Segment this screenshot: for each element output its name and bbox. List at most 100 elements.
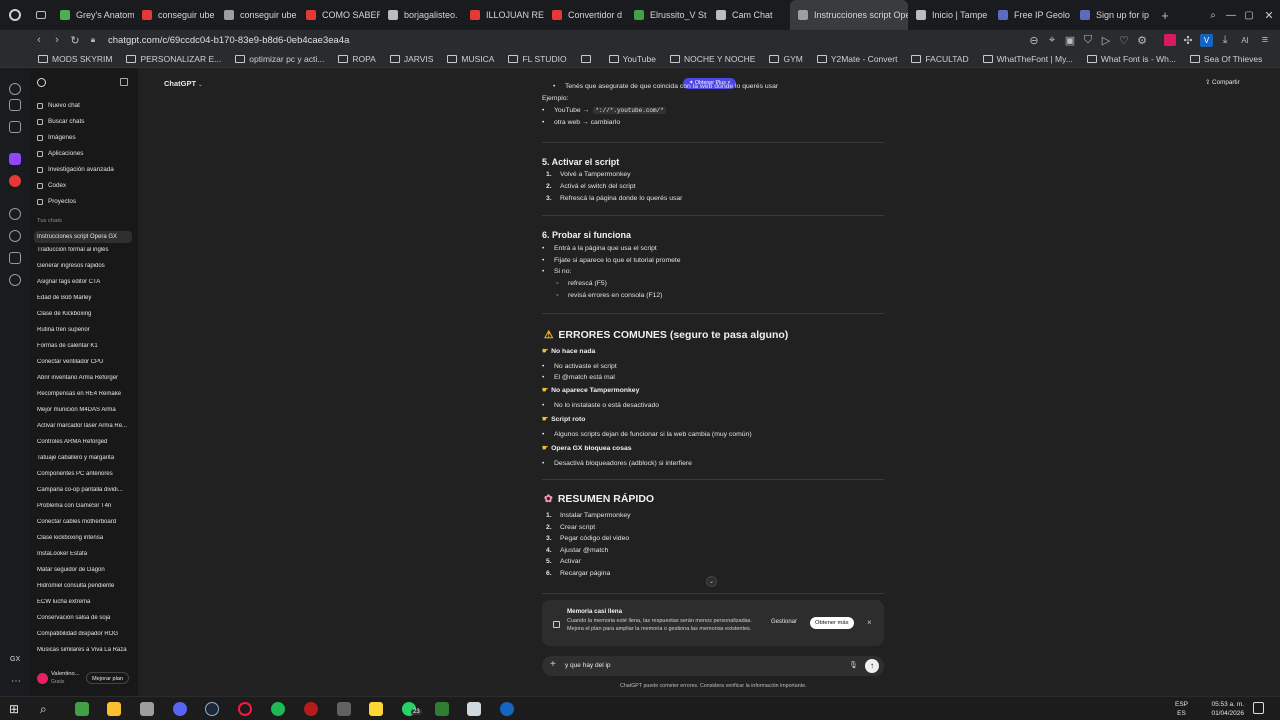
play-icon[interactable]: ▷: [1097, 34, 1115, 47]
chat-history-item[interactable]: Recompensas en RE4 Remake: [37, 391, 133, 397]
new-tab-button[interactable]: +: [1154, 8, 1176, 23]
chat-history-item[interactable]: Asignar tags editor CTA: [37, 279, 133, 285]
steam-icon[interactable]: [205, 702, 219, 716]
pin-icon[interactable]: ⌖: [1043, 34, 1061, 47]
twitch-icon[interactable]: [9, 153, 21, 165]
lang-indicator[interactable]: ESP ES: [1175, 700, 1188, 718]
browser-tab[interactable]: Free IP Geolo: [990, 0, 1072, 30]
chat-history-item[interactable]: InstaLooker Estafa: [37, 551, 133, 557]
camera-icon[interactable]: ▣: [1061, 34, 1079, 47]
menu-icon[interactable]: ≡: [1256, 34, 1274, 46]
bookmark-item[interactable]: WhatTheFont | My...: [982, 54, 1073, 64]
browser-tab[interactable]: Cam Chat: [708, 0, 790, 30]
chat-history-item[interactable]: Abrir inventario Arma Reforger: [37, 375, 133, 381]
bookmark-item[interactable]: GYM: [769, 54, 803, 64]
browser-tab[interactable]: Instrucciones script Ope: [790, 0, 908, 30]
workspace-icon[interactable]: [30, 11, 52, 19]
app-icon-red[interactable]: [304, 702, 318, 716]
clock-icon[interactable]: [9, 230, 21, 242]
windows-start-icon[interactable]: ⊞: [9, 702, 23, 716]
chat-history-item[interactable]: ECW lucha extrema: [37, 599, 133, 605]
back-icon[interactable]: ‹: [30, 34, 48, 46]
browser-tab[interactable]: COMO SABER: [298, 0, 380, 30]
browser-tab[interactable]: Sign up for ip: [1072, 0, 1154, 30]
gear-icon[interactable]: [9, 274, 21, 286]
tiktok-icon[interactable]: [9, 175, 21, 187]
plus-icon[interactable]: +: [550, 659, 556, 670]
spotify-icon[interactable]: [271, 702, 285, 716]
send-button[interactable]: ↑: [865, 659, 879, 673]
bookmark-item[interactable]: NOCHE Y NOCHE: [669, 54, 755, 64]
download-icon[interactable]: ⤓: [1216, 34, 1234, 47]
minimize-icon[interactable]: —: [1222, 10, 1240, 21]
browser-tab[interactable]: conseguir ube: [134, 0, 216, 30]
chat-history-item[interactable]: Edad de Bob Marley: [37, 295, 133, 301]
browser-tab[interactable]: borjagalisteo.: [380, 0, 462, 30]
heart-icon[interactable]: ♡: [1115, 34, 1133, 47]
opera-gx-icon[interactable]: [238, 702, 252, 716]
explorer-icon[interactable]: [107, 702, 121, 716]
bookmark-item[interactable]: MODS SKYRIM: [38, 54, 112, 64]
app-icon-dark[interactable]: [337, 702, 351, 716]
bookmark-item[interactable]: FL STUDIO: [508, 54, 567, 64]
chat-history-item[interactable]: Tatuaje caballero y margarita: [37, 455, 133, 461]
chat-history-item[interactable]: Clase kickboxing intensa: [37, 535, 133, 541]
extension-icon[interactable]: [1164, 34, 1176, 46]
browser-tab[interactable]: Convertidor d: [544, 0, 626, 30]
history-icon[interactable]: [9, 83, 21, 95]
bookmark-item[interactable]: Y2Mate - Convert: [816, 54, 897, 64]
chat-history-item[interactable]: Activar marcador láser Arma Re...: [37, 423, 133, 429]
app-icon-white[interactable]: [467, 702, 481, 716]
scroll-to-bottom-button[interactable]: ⌄: [706, 576, 717, 587]
dismiss-icon[interactable]: ×: [867, 618, 872, 627]
bookmark-item[interactable]: Sea Of Thieves: [1189, 54, 1262, 64]
chat-history-item[interactable]: Componentes PC anteriores: [37, 471, 133, 477]
get-more-button[interactable]: Obtener más: [810, 617, 854, 629]
search-icon[interactable]: ⌕: [40, 702, 54, 716]
chat-history-item[interactable]: Musicas similares a Viva La Raza: [37, 647, 133, 653]
bookmark-item[interactable]: JARVIS: [389, 54, 433, 64]
gx-icon[interactable]: GX: [10, 656, 20, 663]
sidebar-item-apps[interactable]: Aplicaciones: [37, 150, 83, 157]
mail-icon[interactable]: [9, 121, 21, 133]
zoom-icon[interactable]: ⊖: [1025, 34, 1043, 47]
upgrade-plan-button[interactable]: Mejorar plan: [86, 672, 130, 684]
browser-tab[interactable]: Grey's Anatom: [52, 0, 134, 30]
bookmark-item[interactable]: optimizar pc y acti...: [235, 54, 324, 64]
bookmark-item[interactable]: What Font is - Wh...: [1086, 54, 1176, 64]
app-icon-green-2[interactable]: [435, 702, 449, 716]
search-icon[interactable]: ⌕: [1204, 10, 1222, 21]
sidebar-item-new-chat[interactable]: Nuevo chat: [37, 102, 80, 109]
vpn-icon[interactable]: V: [1200, 33, 1213, 47]
openai-logo-icon[interactable]: [37, 78, 46, 87]
sidebar-item-image[interactable]: Imágenes: [37, 134, 76, 141]
share-button[interactable]: ⇪ Compartir: [1205, 79, 1240, 86]
message-input[interactable]: y que hay del ip: [565, 662, 611, 669]
sidebar-item-research[interactable]: Investigación avanzada: [37, 166, 114, 173]
bookmark-item[interactable]: FACULTAD: [911, 54, 969, 64]
settings-icon[interactable]: ⚙: [1133, 34, 1151, 47]
puzzle-icon[interactable]: ✣: [1179, 34, 1197, 47]
chat-history-item[interactable]: Generar ingresos rápidos: [37, 263, 133, 269]
browser-tab[interactable]: conseguir ube: [216, 0, 298, 30]
user-name[interactable]: Valentino...: [51, 671, 80, 677]
manage-memory-button[interactable]: Gestionar: [771, 619, 797, 625]
model-selector[interactable]: ChatGPT ⌄: [164, 79, 202, 88]
shield-icon[interactable]: ⛉: [1079, 34, 1097, 47]
chat-history-item[interactable]: Formas de calentar K1: [37, 343, 133, 349]
chat-history-item[interactable]: Conectar cables motherboard: [37, 519, 133, 525]
chat-history-item[interactable]: Hidromiel consulta pendiente: [37, 583, 133, 589]
browser-tab[interactable]: Elrussito_V St: [626, 0, 708, 30]
browser-tab[interactable]: Inicio | Tampe: [908, 0, 990, 30]
browser-tab[interactable]: ILLOJUAN RE: [462, 0, 544, 30]
steam-icon-2[interactable]: [500, 702, 514, 716]
chat-history-item[interactable]: Compatibilidad disipador ROG: [37, 631, 133, 637]
bookmark-item[interactable]: ROPA: [338, 54, 376, 64]
reload-icon[interactable]: ↻: [66, 34, 84, 47]
chat-history-item[interactable]: Rutina tren superior: [37, 327, 133, 333]
close-icon[interactable]: ✕: [1258, 9, 1280, 22]
app-icon-yellow[interactable]: [369, 702, 383, 716]
chat-history-item[interactable]: Matar seguidor de Dagon: [37, 567, 133, 573]
chat-history-item[interactable]: Instrucciones script Opera GX: [34, 231, 132, 243]
chat-history-item[interactable]: Conservación salsa de soja: [37, 615, 133, 621]
